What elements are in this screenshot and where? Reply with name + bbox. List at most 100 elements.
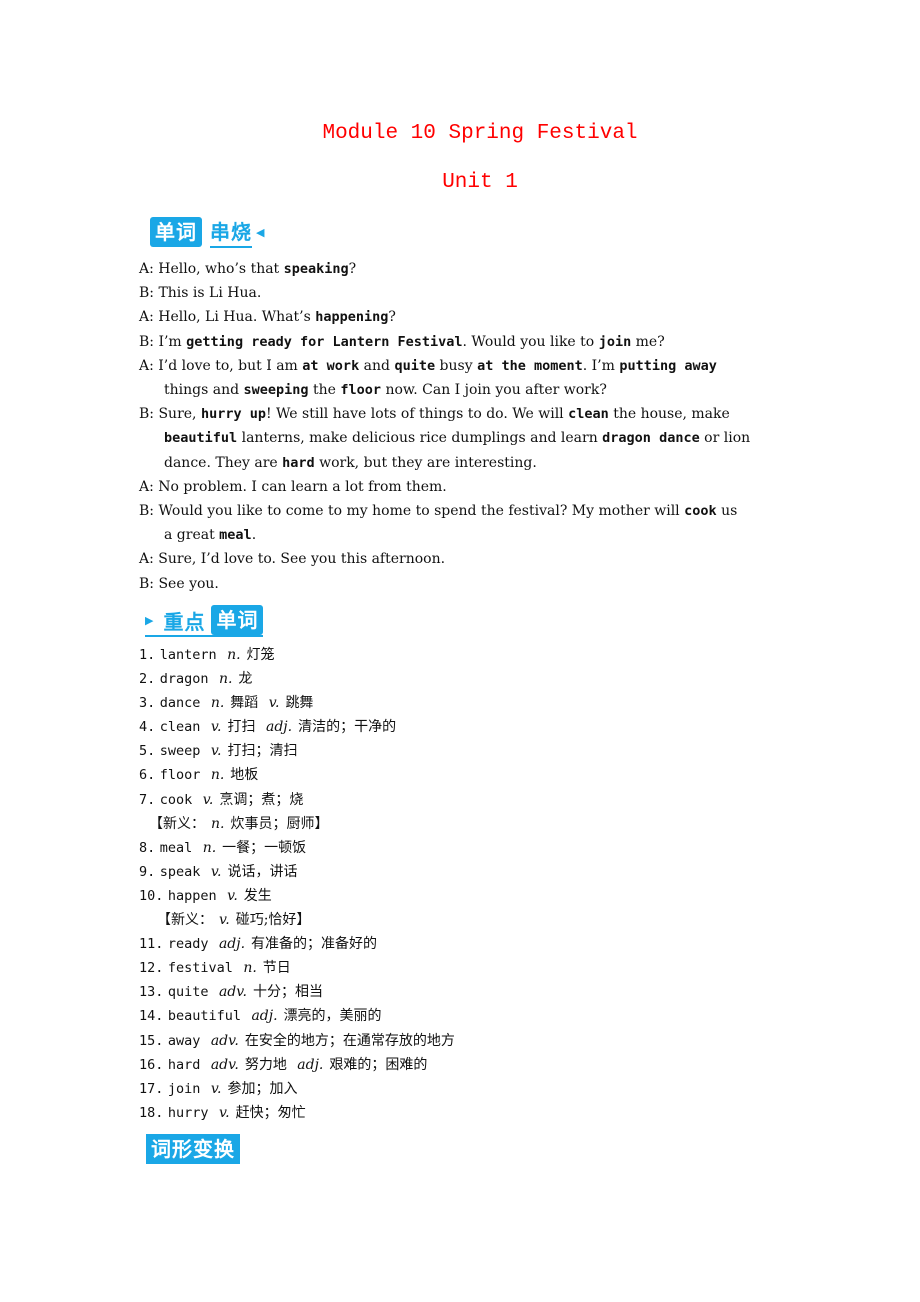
vocab-item: 5. sweep v. 打扫；清扫 [139,739,455,763]
dialogue-line: B: This is Li Hua. [139,281,789,305]
part-of-speech: adv. [210,1032,239,1049]
dialogue-line: things and sweeping the floor now. Can I… [139,378,789,402]
definition: 赶快；匆忙 [235,1104,306,1121]
vocab-word: meal [159,839,193,856]
key-phrase: beautiful [164,430,238,447]
key-phrase: at work [302,357,360,374]
vocab-number: 15. [139,1032,164,1049]
definition: 烹调；煮；烧 [219,791,304,808]
vocab-word: dance [159,695,201,712]
section-badge-key-words: ▶ 重点 单词 [145,605,264,637]
vocab-item: 3. dance n. 舞蹈 v. 跳舞 [139,691,455,715]
part-of-speech: n. [211,815,225,832]
definition: 说话，讲话 [227,863,298,880]
dialogue-line: A: I’d love to, but I am at work and qui… [139,354,789,378]
key-phrase: floor [340,382,382,399]
dialogue-line: dance. They are hard work, but they are … [139,451,789,475]
vocab-word: clean [159,719,201,736]
definition: 炊事员；厨师】 [230,815,329,832]
key-phrase: dragon dance [602,430,700,447]
vocab-word: festival [167,960,233,977]
dialogue-line: a great meal. [139,523,789,547]
vocab-item: 10. happen v. 发生 [139,884,455,908]
vocab-number: 2. [139,671,156,688]
vocab-number: 12. [139,960,164,977]
vocab-item: 11. ready adj. 有准备的；准备好的 [139,932,455,956]
vocab-number: 6. [139,767,156,784]
vocab-word: join [167,1080,201,1097]
dialogue-text: now. Can I join you after work? [381,382,607,399]
part-of-speech: v. [268,695,280,712]
vocab-item: 4. clean v. 打扫 adj. 清洁的；干净的 [139,715,455,739]
badge-text-label: 重点 [163,609,206,634]
definition: 发生 [243,887,272,904]
part-of-speech: n. [227,647,241,663]
dialogue-line: B: I’m getting ready for Lantern Festiva… [139,330,789,354]
definition: 参加；加入 [227,1080,298,1097]
dialogue-text: B: Would you like to come to my home to … [139,503,685,520]
vocab-word: quite [167,984,209,1001]
key-phrase: clean [568,406,609,423]
section-badge-word-forms: 词形变换 [146,1134,240,1164]
key-phrase: join [598,333,632,350]
definition: 一餐；一顿饭 [222,839,307,856]
vocab-item: 16. hard adv. 努力地 adj. 艰难的；困难的 [139,1053,455,1077]
vocab-number: 5. [139,743,156,760]
vocab-item: 12. festival n. 节日 [139,956,455,980]
new-meaning-note: 【新义： n. 炊事员；厨师】 [139,812,455,836]
vocab-word: cook [159,791,193,808]
definition: 有准备的；准备好的 [251,936,378,953]
dialogue-text: A: No problem. I can learn a lot from th… [139,478,447,495]
dialogue-text: work, but they are interesting. [314,454,537,471]
dialogue-text: me? [631,333,665,350]
dialogue-text: ? [388,309,396,326]
definition: 努力地 [244,1056,287,1073]
part-of-speech: v. [210,863,222,880]
vocab-word: happen [167,887,217,904]
part-of-speech: v. [218,1104,230,1121]
dialogue-line: A: Hello, Li Hua. What’s happening? [139,305,789,329]
key-phrase: speaking [283,261,349,277]
dialogue-line: B: See you. [139,572,789,596]
vocab-word: hard [167,1056,201,1073]
dialogue-text: dance. They are [164,454,283,471]
arrow-right-icon: ▶ [145,613,154,627]
part-of-speech: v. [210,1080,222,1097]
dialogue-text: or lion [699,430,751,447]
dialogue-text: a great [164,527,220,544]
part-of-speech: v. [227,887,238,904]
part-of-speech: adj. [218,936,246,953]
vocab-word: beautiful [167,1008,241,1025]
part-of-speech: n. [210,695,225,712]
vocab-word: floor [159,767,201,784]
key-phrase: happening [315,309,389,326]
dialogue-line: B: Sure, hurry up! We still have lots of… [139,402,789,426]
definition: 节日 [262,960,291,977]
key-phrase: cook [684,503,717,520]
vocab-number: 14. [139,1008,164,1025]
dialogue-text: A: Sure, I’d love to. See you this after… [139,551,446,568]
note-prefix: 【新义： [149,815,205,832]
part-of-speech: adv. [210,1056,239,1073]
dialogue-text: us [716,503,738,520]
part-of-speech: v. [210,719,222,736]
dialogue-line: A: No problem. I can learn a lot from th… [139,475,789,499]
dialogue-text: . I’m [582,357,620,374]
vocab-number: 4. [139,719,156,736]
key-phrase: getting ready for Lantern Festival [186,333,463,350]
dialogue-text: B: Sure, [139,406,201,423]
new-meaning-note: 【新义： v. 碰巧;恰好】 [139,908,455,932]
key-phrase: hard [282,454,315,471]
part-of-speech: adv. [218,984,247,1001]
dialogue-text: ? [348,261,357,277]
dialogue-text: . [251,527,257,544]
key-phrase: putting away [619,357,717,374]
part-of-speech: n. [218,671,233,688]
vocab-item: 15. away adv. 在安全的地方；在通常存放的地方 [139,1029,455,1053]
part-of-speech: v. [210,743,222,760]
part-of-speech: adj. [265,719,293,736]
dialogue-text: B: See you. [139,575,219,592]
dialogue-text: ! We still have lots of things to do. We… [265,406,569,423]
dialogue-line: A: Hello, who’s that speaking? [139,257,789,281]
dialogue-text: A: Hello, Li Hua. What’s [139,309,316,326]
